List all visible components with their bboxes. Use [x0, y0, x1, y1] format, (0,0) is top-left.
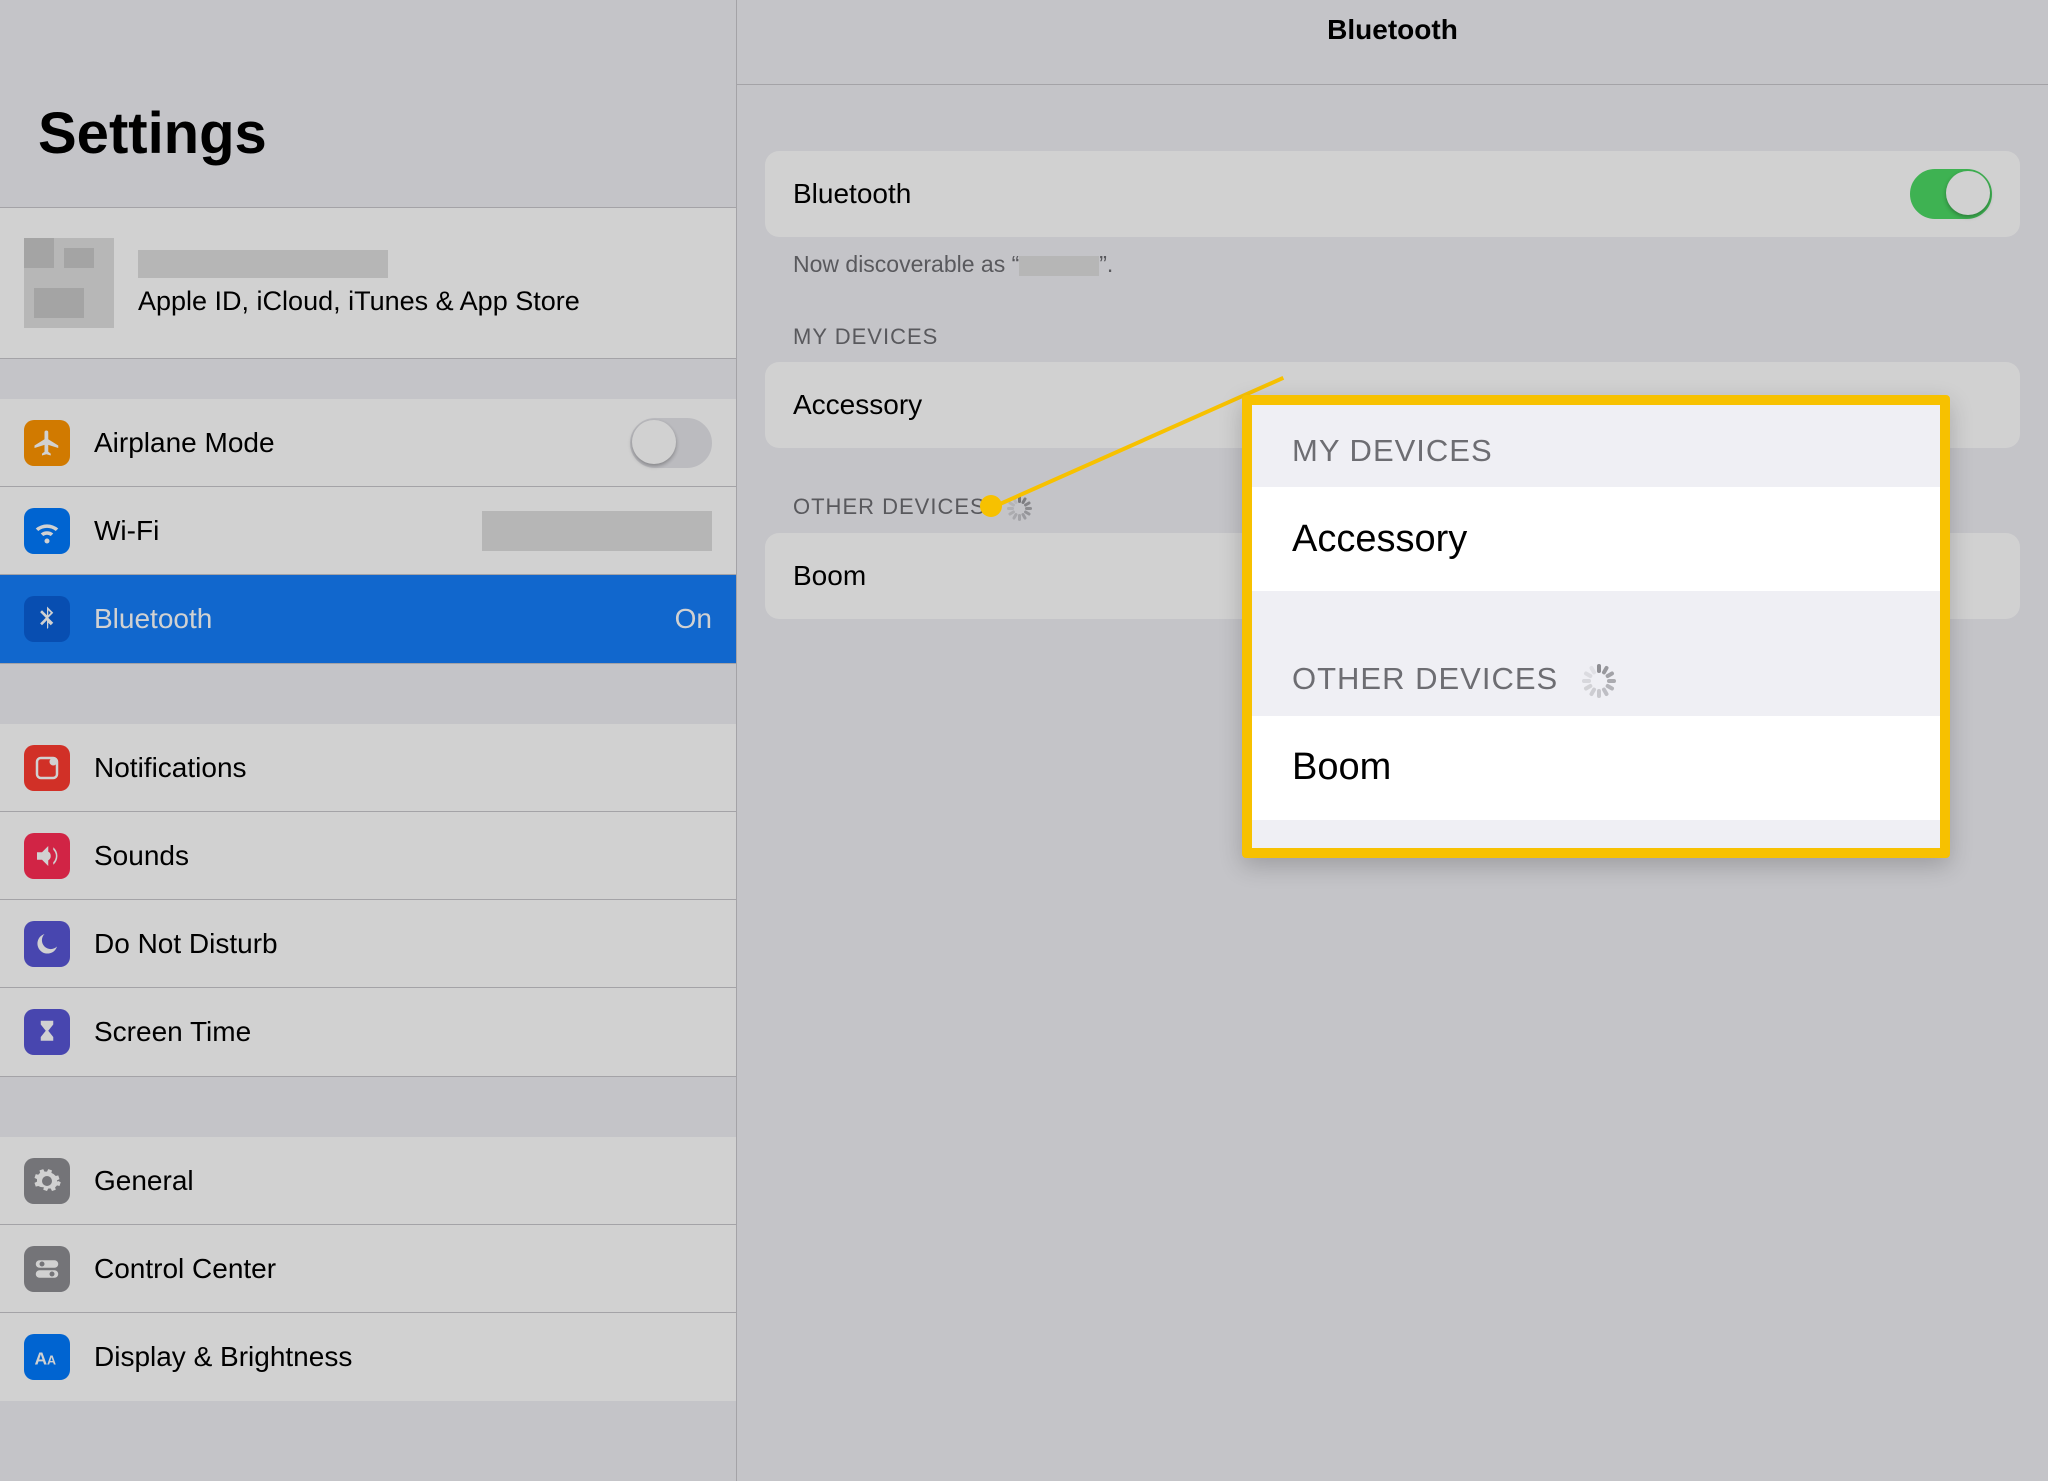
dnd-row[interactable]: Do Not Disturb — [0, 900, 736, 988]
spinner-icon — [1582, 664, 1616, 698]
callout-my-device-name: Accessory — [1292, 518, 1467, 561]
callout-panel: MY DEVICES Accessory OTHER DEVICES Boom — [1242, 395, 1950, 858]
wifi-label: Wi-Fi — [94, 515, 482, 547]
callout-other-device-row[interactable]: Boom — [1252, 716, 1940, 820]
svg-text:A: A — [47, 1354, 56, 1368]
detail-header: Bluetooth — [737, 0, 2048, 85]
hourglass-icon — [24, 1009, 70, 1055]
text-size-icon: AA — [24, 1334, 70, 1380]
wifi-value-redacted — [482, 511, 712, 551]
general-label: General — [94, 1165, 712, 1197]
screentime-row[interactable]: Screen Time — [0, 988, 736, 1076]
notifications-icon — [24, 745, 70, 791]
callout-other-device-name: Boom — [1292, 746, 1391, 789]
settings-title: Settings — [0, 0, 736, 207]
moon-icon — [24, 921, 70, 967]
notifications-label: Notifications — [94, 752, 712, 784]
control-center-label: Control Center — [94, 1253, 712, 1285]
airplane-mode-row[interactable]: Airplane Mode — [0, 399, 736, 487]
sounds-label: Sounds — [94, 840, 712, 872]
bluetooth-label: Bluetooth — [94, 603, 675, 635]
notifications-row[interactable]: Notifications — [0, 724, 736, 812]
sounds-icon — [24, 833, 70, 879]
my-device-name: Accessory — [793, 389, 922, 421]
bluetooth-toggle[interactable] — [1910, 169, 1992, 219]
control-center-row[interactable]: Control Center — [0, 1225, 736, 1313]
dnd-label: Do Not Disturb — [94, 928, 712, 960]
account-name-redacted — [138, 250, 388, 278]
sounds-row[interactable]: Sounds — [0, 812, 736, 900]
gear-icon — [24, 1158, 70, 1204]
bluetooth-icon — [24, 596, 70, 642]
apple-id-row[interactable]: Apple ID, iCloud, iTunes & App Store — [0, 208, 736, 358]
discoverable-caption: Now discoverable as “”. — [765, 237, 2020, 278]
wifi-icon — [24, 508, 70, 554]
callout-my-devices-header: MY DEVICES — [1252, 405, 1940, 487]
bluetooth-toggle-label: Bluetooth — [793, 178, 1910, 210]
detail-title: Bluetooth — [1327, 0, 1458, 46]
general-row[interactable]: General — [0, 1137, 736, 1225]
airplane-mode-toggle[interactable] — [630, 418, 712, 468]
airplane-mode-label: Airplane Mode — [94, 427, 630, 459]
bluetooth-row[interactable]: Bluetooth On — [0, 575, 736, 663]
toggles-icon — [24, 1246, 70, 1292]
wifi-row[interactable]: Wi-Fi — [0, 487, 736, 575]
other-device-name: Boom — [793, 560, 866, 592]
callout-my-device-row[interactable]: Accessory — [1252, 487, 1940, 591]
callout-other-devices-header: OTHER DEVICES — [1252, 591, 1940, 716]
callout-connector-dot — [980, 495, 1002, 517]
my-devices-header: MY DEVICES — [765, 278, 2020, 362]
screentime-label: Screen Time — [94, 1016, 712, 1048]
airplane-icon — [24, 420, 70, 466]
avatar — [24, 238, 114, 328]
display-row[interactable]: AA Display & Brightness — [0, 1313, 736, 1401]
display-label: Display & Brightness — [94, 1341, 712, 1373]
account-subtitle: Apple ID, iCloud, iTunes & App Store — [138, 286, 580, 317]
svg-text:A: A — [35, 1349, 48, 1369]
bluetooth-value: On — [675, 603, 712, 635]
bluetooth-toggle-cell[interactable]: Bluetooth — [765, 151, 2020, 237]
